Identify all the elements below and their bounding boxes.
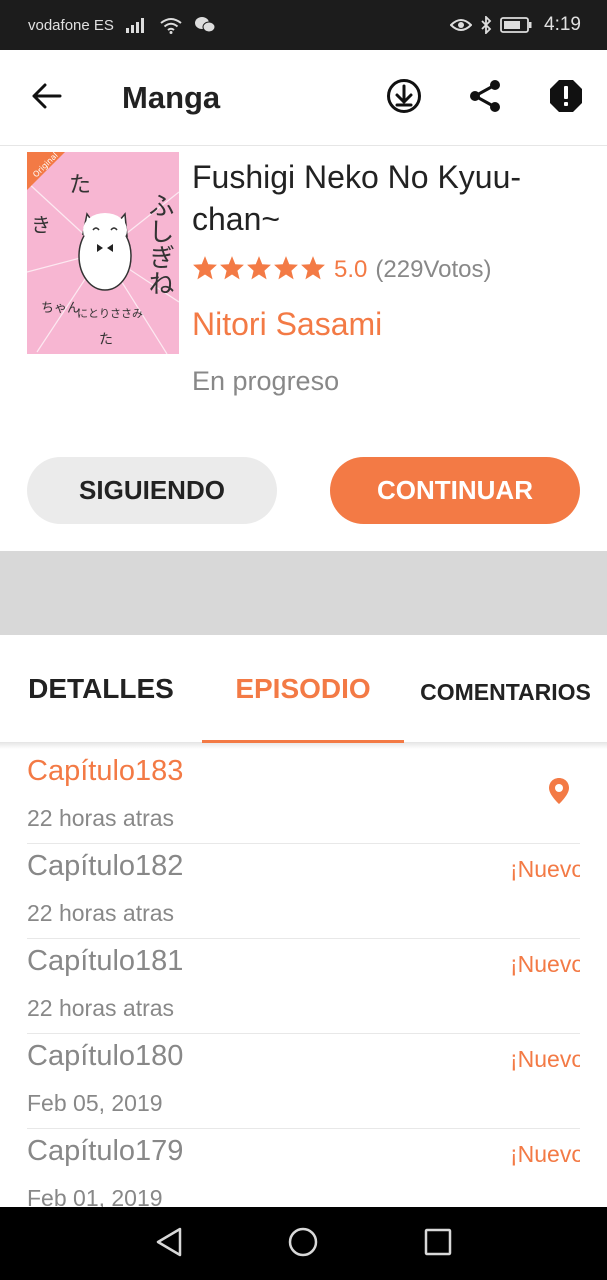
star-icon <box>219 255 245 286</box>
tab-comments[interactable]: COMENTARIOS <box>404 635 607 743</box>
location-pin-icon <box>548 777 570 810</box>
svg-text:ちゃん: ちゃん <box>41 301 80 316</box>
wechat-icon <box>194 16 216 34</box>
chapter-row[interactable]: Capítulo179 Feb 01, 2019 ¡Nuevo! <box>27 1129 580 1207</box>
rating: 5.0 (229Votos) <box>192 252 491 288</box>
chapter-row[interactable]: Capítulo180 Feb 05, 2019 ¡Nuevo! <box>27 1034 580 1129</box>
new-badge: ¡Nuevo! <box>510 1046 580 1072</box>
system-nav-bar <box>0 1207 607 1280</box>
tab-episodes[interactable]: EPISODIO <box>202 635 404 743</box>
chapter-list: Capítulo183 22 horas atras Capítulo182 2… <box>0 749 607 1207</box>
rating-value: 5.0 <box>334 256 368 283</box>
chapter-title: Capítulo182 <box>27 850 184 882</box>
publication-status: En progreso <box>192 366 340 396</box>
chapter-date: Feb 05, 2019 <box>27 1090 163 1116</box>
nav-back-button[interactable] <box>154 1227 184 1262</box>
tab-details[interactable]: DETALLES <box>0 635 202 743</box>
wifi-icon <box>160 17 182 34</box>
download-icon <box>386 78 422 119</box>
clock: 4:19 <box>544 14 581 35</box>
download-button[interactable] <box>384 78 424 118</box>
star-icon <box>300 255 326 286</box>
new-badge: ¡Nuevo! <box>510 856 580 882</box>
follow-button[interactable]: SIGUIENDO <box>27 457 277 524</box>
chapter-row[interactable]: Capítulo183 22 horas atras <box>27 749 580 844</box>
svg-text:き: き <box>31 213 51 237</box>
page-title: Manga <box>122 80 221 115</box>
bluetooth-icon <box>480 16 492 34</box>
manga-title: Fushigi Neko No Kyuu-chan~ <box>192 159 522 237</box>
chapter-title: Capítulo180 <box>27 1040 184 1072</box>
new-badge: ¡Nuevo! <box>510 1141 580 1167</box>
chapter-title: Capítulo181 <box>27 945 184 977</box>
chapter-date: 22 horas atras <box>27 900 175 926</box>
report-icon <box>549 79 583 118</box>
manga-cover[interactable]: Original ふしぎね た き ちゃん にとりささみ た <box>27 152 179 354</box>
nav-home-icon <box>288 1227 318 1262</box>
new-badge: ¡Nuevo! <box>510 951 580 977</box>
share-button[interactable] <box>465 78 505 118</box>
svg-text:ふしぎね: ふしぎね <box>144 192 174 296</box>
back-arrow-icon <box>32 83 62 114</box>
star-icon <box>246 255 272 286</box>
nav-back-icon <box>155 1227 183 1262</box>
chapter-title: Capítulo183 <box>27 755 184 787</box>
chapter-date: 22 horas atras <box>27 995 175 1021</box>
svg-text:にとりささみ: にとりささみ <box>77 307 143 320</box>
battery-icon <box>500 17 532 33</box>
svg-text:た: た <box>69 173 91 198</box>
nav-recents-button[interactable] <box>423 1228 453 1261</box>
signal-icon <box>125 17 148 33</box>
svg-text:た: た <box>99 332 113 348</box>
chapter-date: 22 horas atras <box>27 805 175 831</box>
carrier-label: vodafone ES <box>28 16 114 34</box>
chapter-title: Capítulo179 <box>27 1135 184 1167</box>
star-icon <box>273 255 299 286</box>
author-link[interactable]: Nitori Sasami <box>192 306 382 343</box>
status-bar: vodafone ES 4:19 <box>0 0 607 50</box>
rating-votes: (229Votos) <box>375 256 492 283</box>
chapter-row[interactable]: Capítulo181 22 horas atras ¡Nuevo! <box>27 939 580 1034</box>
star-icon <box>192 255 218 286</box>
share-icon <box>468 79 502 118</box>
eye-icon <box>450 18 473 32</box>
chapter-row[interactable]: Capítulo182 22 horas atras ¡Nuevo! <box>27 844 580 939</box>
chapter-date: Feb 01, 2019 <box>27 1185 163 1207</box>
report-button[interactable] <box>546 78 586 118</box>
back-button[interactable] <box>28 80 66 116</box>
continue-button[interactable]: CONTINUAR <box>330 457 580 524</box>
ad-banner-placeholder <box>0 551 607 635</box>
nav-recents-icon <box>424 1228 452 1261</box>
tab-bar: DETALLES EPISODIO COMENTARIOS <box>0 635 607 743</box>
nav-home-button[interactable] <box>288 1227 318 1262</box>
app-bar: Manga <box>0 50 607 146</box>
star-rating <box>192 255 326 286</box>
